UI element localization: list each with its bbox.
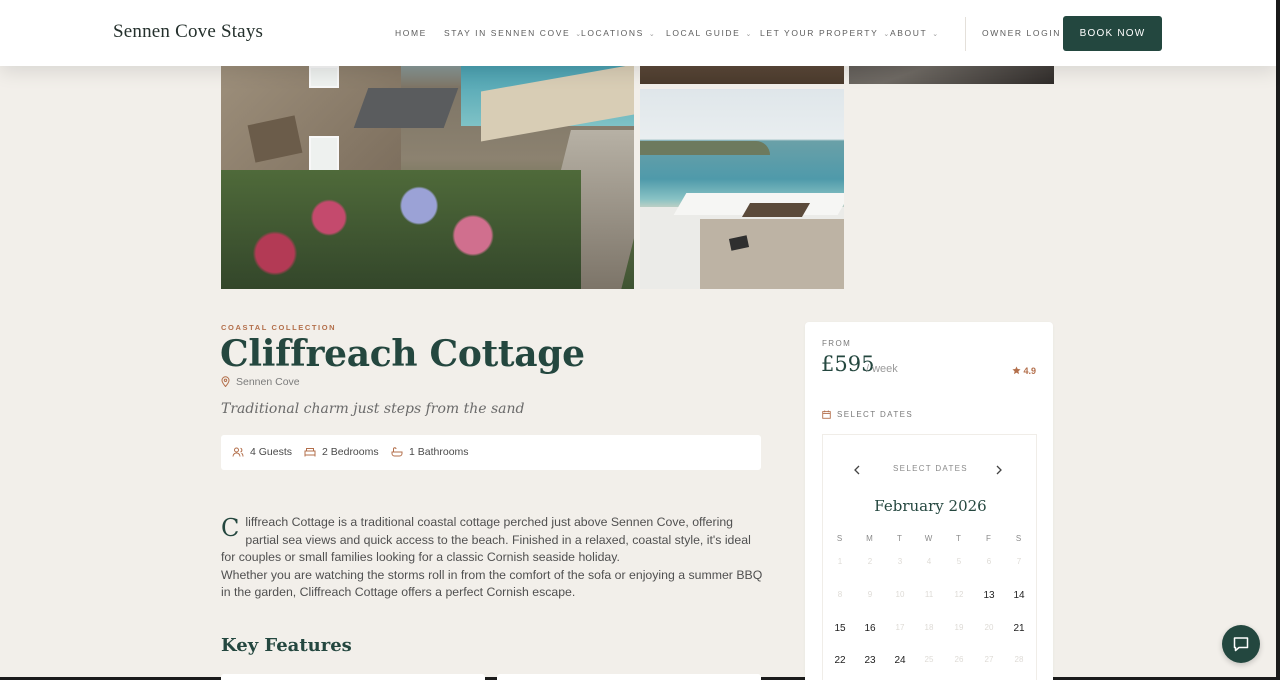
book-now-button[interactable]: BOOK NOW	[1063, 16, 1162, 51]
calendar-day-unavailable: 3	[897, 557, 903, 566]
property-specs: 4 Guests 2 Bedrooms 1 Bathrooms	[221, 435, 761, 470]
calendar-day-unavailable: 17	[895, 623, 905, 632]
calendar-day-unavailable: 8	[837, 590, 843, 599]
owner-login-link[interactable]: OWNER LOGIN	[982, 28, 1061, 38]
feature-card	[497, 674, 761, 680]
chevron-down-icon: ⌄	[648, 31, 657, 38]
nav-about[interactable]: ABOUT ⌄	[890, 28, 940, 38]
nav-home[interactable]: HOME	[395, 28, 427, 38]
calendar-day-unavailable: 26	[954, 655, 964, 664]
page-title: Cliffreach Cottage	[220, 333, 585, 375]
booking-card: FROM £595 / week 4.9 SELECT DATES SELECT…	[805, 322, 1053, 680]
description-paragraph: liffreach Cottage is a traditional coast…	[221, 515, 751, 564]
photo-garden-flowers	[221, 170, 581, 289]
nav-let-your-property[interactable]: LET YOUR PROPERTY ⌄	[760, 28, 891, 38]
weekday-label: W	[924, 534, 934, 543]
description-dropcap: C	[221, 514, 240, 542]
calendar-day-unavailable: 2	[867, 557, 873, 566]
chevron-down-icon: ⌄	[745, 31, 753, 38]
key-features-heading: Key Features	[221, 635, 352, 656]
bath-icon	[391, 447, 403, 457]
calendar-day-unavailable: 5	[956, 557, 962, 566]
calendar-day-unavailable: 19	[954, 623, 964, 632]
weekday-label: T	[897, 534, 903, 543]
calendar-day-unavailable: 7	[1016, 557, 1022, 566]
weekday-label: M	[866, 534, 874, 543]
calendar-day-unavailable: 28	[1014, 655, 1024, 664]
weekday-label: F	[986, 534, 992, 543]
chat-bubble-icon	[1233, 637, 1249, 652]
calendar-next-button[interactable]	[995, 462, 1003, 478]
calendar-day-available[interactable]: 15	[825, 623, 855, 634]
tagline: Traditional charm just steps from the sa…	[221, 401, 525, 417]
calendar-day-available[interactable]: 23	[855, 655, 885, 666]
photo-table	[741, 203, 811, 217]
calendar-day-available[interactable]: 14	[1004, 590, 1034, 601]
calendar-day-available[interactable]: 16	[855, 623, 885, 634]
location-text: Sennen Cove	[236, 376, 300, 388]
rating-badge: 4.9	[1012, 366, 1036, 376]
page-scrollbar[interactable]	[1276, 0, 1280, 680]
photo-terrace-floor	[700, 219, 844, 289]
calendar-day-unavailable: 25	[924, 655, 934, 664]
calendar-day-unavailable: 20	[984, 623, 994, 632]
chat-button[interactable]	[1222, 625, 1260, 663]
users-icon	[232, 447, 244, 457]
weekday-label: S	[836, 534, 844, 543]
site-logo[interactable]: Sennen Cove Stays	[113, 21, 263, 43]
weekday-label: S	[1015, 534, 1023, 543]
photo-headland	[640, 141, 770, 155]
price-from-label: FROM	[822, 339, 852, 348]
calendar-day-available[interactable]: 21	[1004, 623, 1034, 634]
calendar-day-unavailable: 12	[954, 590, 964, 599]
calendar-day-available[interactable]: 13	[974, 590, 1004, 601]
location-row: Sennen Cove	[221, 376, 300, 388]
calendar-day-unavailable: 18	[924, 623, 934, 632]
calendar-day-available[interactable]: 24	[885, 655, 915, 666]
nav-local-guide[interactable]: LOCAL GUIDE ⌄	[666, 28, 753, 38]
site-header: Sennen Cove Stays HOME STAY IN SENNEN CO…	[0, 0, 1276, 66]
calendar-day-unavailable: 6	[986, 557, 992, 566]
star-icon	[1012, 366, 1021, 375]
nav-stay-in-sennen-cove[interactable]: STAY IN SENNEN COVE ⌄	[444, 28, 583, 38]
description-paragraph: Whether you are watching the storms roll…	[221, 567, 763, 600]
calendar-day-unavailable: 9	[867, 590, 873, 599]
calendar-header: SELECT DATES	[893, 464, 968, 473]
photo-window	[309, 66, 339, 88]
price-period: / week	[866, 363, 898, 375]
calendar-icon	[822, 410, 831, 419]
calendar-day-unavailable: 11	[924, 590, 934, 599]
nav-locations[interactable]: LOCATIONS ⌄	[581, 28, 656, 38]
chevron-right-icon	[996, 465, 1002, 475]
property-description: C liffreach Cottage is a traditional coa…	[221, 514, 766, 602]
photo-porch-roof	[353, 88, 459, 128]
calendar-day-unavailable: 1	[837, 557, 843, 566]
chevron-down-icon: ⌄	[932, 31, 940, 38]
gallery-thumb-terrace[interactable]	[640, 89, 844, 289]
spec-bedrooms: 2 Bedrooms	[304, 446, 379, 458]
map-pin-icon	[221, 376, 230, 388]
select-dates-label: SELECT DATES	[822, 410, 913, 419]
weekday-label: T	[956, 534, 962, 543]
bed-icon	[304, 448, 316, 457]
date-picker: SELECT DATES February 2026 S M T W T F S…	[822, 434, 1037, 680]
calendar-day-available[interactable]: 22	[825, 655, 855, 666]
spec-guests: 4 Guests	[232, 446, 292, 458]
collection-label: COASTAL COLLECTION	[221, 323, 337, 332]
feature-card	[221, 674, 485, 680]
spec-bathrooms: 1 Bathrooms	[391, 446, 469, 458]
calendar-day-unavailable: 4	[926, 557, 932, 566]
calendar-day-unavailable: 27	[984, 655, 994, 664]
calendar-month: February 2026	[874, 497, 987, 515]
nav-divider	[965, 17, 966, 51]
calendar-day-unavailable: 10	[895, 590, 905, 599]
